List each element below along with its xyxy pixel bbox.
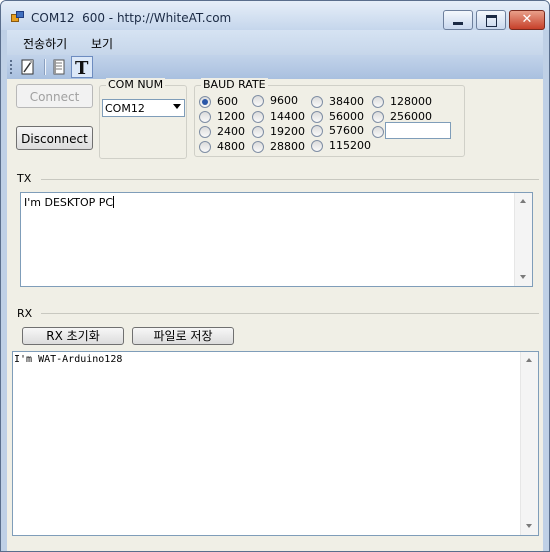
- radio-dot[interactable]: [372, 111, 384, 123]
- com-num-label: COM NUM: [106, 78, 166, 91]
- baud-label-57600: 57600: [329, 124, 364, 137]
- scroll-up-icon[interactable]: [520, 199, 526, 203]
- radio-dot[interactable]: [311, 140, 323, 152]
- baud-rate-label: BAUD RATE: [201, 78, 268, 91]
- notepad-icon[interactable]: [18, 57, 38, 77]
- rx-reset-button[interactable]: RX 초기화: [22, 327, 124, 345]
- baud-rate-group: BAUD RATE 600 9600 38400 128000 1200 144…: [194, 78, 465, 157]
- com-port-value: COM12: [105, 102, 145, 115]
- radio-dot[interactable]: [199, 96, 211, 108]
- baud-label-2400: 2400: [217, 125, 245, 138]
- app-icon: [11, 11, 24, 22]
- close-icon: ✕: [521, 12, 533, 27]
- com-port-select[interactable]: COM12: [102, 99, 185, 117]
- disconnect-button[interactable]: Disconnect: [16, 126, 93, 150]
- minimize-button[interactable]: [443, 10, 473, 30]
- scroll-down-icon[interactable]: [526, 524, 532, 528]
- baud-label-14400: 14400: [270, 110, 305, 123]
- toolbar-separator: [44, 59, 46, 75]
- tx-value: I'm DESKTOP PC: [24, 196, 114, 209]
- connect-button[interactable]: Connect: [16, 84, 93, 108]
- radio-dot[interactable]: [311, 125, 323, 137]
- radio-dot[interactable]: [311, 96, 323, 108]
- scroll-up-icon[interactable]: [526, 358, 532, 362]
- title-bar[interactable]: COM12 600 - http://WhiteAT.com ✕: [1, 1, 549, 30]
- rx-label: RX: [17, 307, 33, 320]
- rx-save-button[interactable]: 파일로 저장: [132, 327, 234, 345]
- baud-label-600: 600: [217, 95, 238, 108]
- scroll-down-icon[interactable]: [520, 275, 526, 279]
- radio-dot[interactable]: [199, 141, 211, 153]
- baud-label-9600: 9600: [270, 94, 298, 107]
- rx-scrollbar[interactable]: [520, 352, 538, 535]
- radio-dot[interactable]: [372, 126, 384, 138]
- radio-dot[interactable]: [252, 111, 264, 123]
- com-num-group: COM NUM COM12: [99, 78, 187, 159]
- baud-label-56000: 56000: [329, 110, 364, 123]
- window-title: COM12 600 - http://WhiteAT.com: [31, 11, 232, 25]
- radio-dot[interactable]: [252, 126, 264, 138]
- rx-text: I'm WAT-Arduino128: [14, 354, 123, 365]
- main-window: COM12 600 - http://WhiteAT.com ✕ 전송하기 보기…: [0, 0, 550, 552]
- document-icon[interactable]: [49, 57, 69, 77]
- tx-label: TX: [17, 172, 32, 185]
- radio-dot[interactable]: [372, 96, 384, 108]
- toolbar-grip[interactable]: [10, 60, 14, 74]
- radio-dot[interactable]: [199, 111, 211, 123]
- svg-text:T: T: [75, 58, 89, 77]
- baud-label-28800: 28800: [270, 140, 305, 153]
- client-area: Connect Disconnect COM NUM COM12 BAUD RA…: [7, 78, 543, 551]
- text-t-icon[interactable]: T: [71, 56, 93, 79]
- radio-dot[interactable]: [252, 141, 264, 153]
- menu-send[interactable]: 전송하기: [23, 35, 67, 52]
- rx-divider: [41, 313, 539, 314]
- custom-baud-input[interactable]: [385, 122, 451, 139]
- text-caret: [113, 196, 115, 208]
- radio-dot[interactable]: [199, 126, 211, 138]
- toolbar: T: [7, 55, 543, 79]
- baud-label-115200: 115200: [329, 139, 371, 152]
- baud-label-19200: 19200: [270, 125, 305, 138]
- tx-textarea[interactable]: I'm DESKTOP PC: [20, 192, 533, 287]
- radio-dot[interactable]: [311, 111, 323, 123]
- menu-view[interactable]: 보기: [91, 35, 113, 52]
- tx-scrollbar[interactable]: [514, 193, 532, 286]
- menu-bar: 전송하기 보기: [7, 30, 543, 55]
- tx-text: I'm DESKTOP PC: [24, 196, 115, 209]
- chevron-down-icon[interactable]: [173, 104, 181, 109]
- maximize-button[interactable]: [476, 10, 506, 30]
- maximize-icon: [486, 15, 497, 27]
- baud-label-1200: 1200: [217, 110, 245, 123]
- radio-dot[interactable]: [252, 95, 264, 107]
- close-button[interactable]: ✕: [509, 10, 545, 30]
- minimize-icon: [453, 22, 463, 25]
- baud-label-128000: 128000: [390, 95, 432, 108]
- baud-label-38400: 38400: [329, 95, 364, 108]
- rx-textarea[interactable]: I'm WAT-Arduino128: [12, 351, 539, 536]
- baud-label-4800: 4800: [217, 140, 245, 153]
- tx-divider: [41, 179, 539, 180]
